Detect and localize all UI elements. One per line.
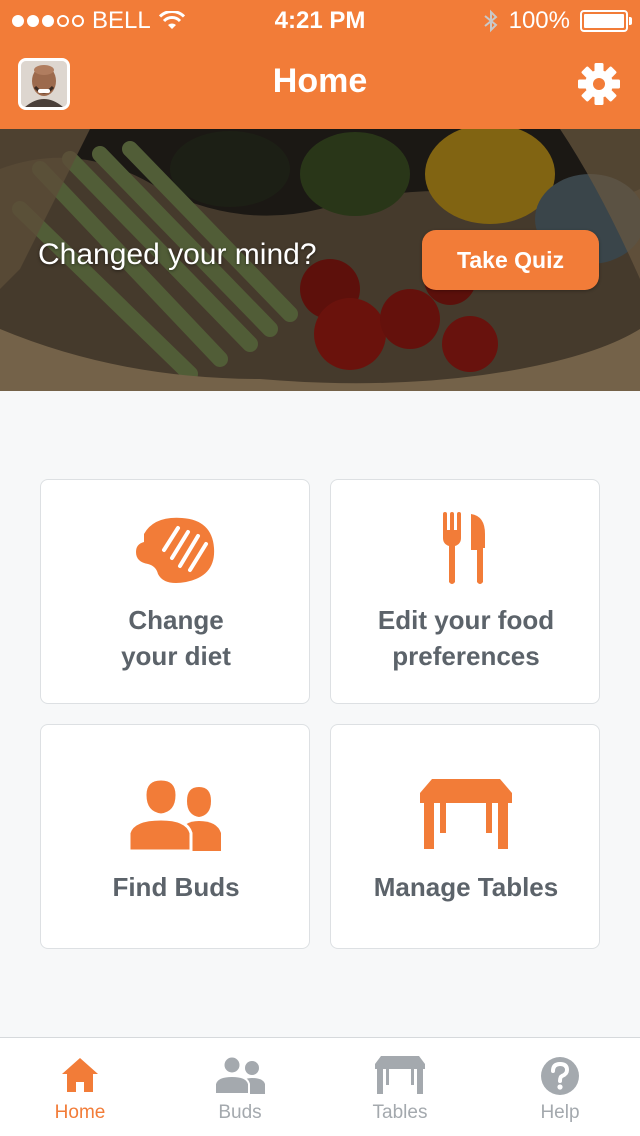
tab-help-label: Help: [540, 1102, 580, 1123]
tab-tables-label: Tables: [372, 1102, 428, 1123]
table-icon: [331, 779, 601, 849]
find-buds-label: Find Buds: [112, 872, 240, 902]
table-icon: [320, 1056, 480, 1094]
buds-icon: [160, 1056, 320, 1094]
buds-icon: [41, 775, 311, 851]
take-quiz-button[interactable]: Take Quiz: [422, 230, 599, 290]
tab-buds-label: Buds: [218, 1102, 262, 1123]
page-title: Home: [272, 62, 368, 100]
help-icon: [480, 1056, 640, 1096]
home-icon: [0, 1056, 160, 1094]
bluetooth-icon: [483, 9, 498, 33]
gear-icon[interactable]: [578, 63, 620, 105]
tab-home[interactable]: Home: [0, 1038, 160, 1136]
tab-home-label: Home: [54, 1102, 106, 1123]
change-diet-card[interactable]: Change your diet: [40, 479, 310, 704]
steak-icon: [41, 514, 311, 584]
manage-tables-card[interactable]: Manage Tables: [330, 724, 600, 949]
battery-percent: 100%: [508, 7, 570, 34]
battery-icon: [580, 10, 632, 32]
tab-buds[interactable]: Buds: [160, 1038, 320, 1136]
status-right: 100%: [483, 7, 632, 35]
manage-tables-label: Manage Tables: [373, 872, 559, 902]
quiz-prompt: Changed your mind?: [38, 238, 317, 271]
food-preferences-label: Edit your food preferences: [377, 605, 555, 671]
tab-bar: Home Buds Tables Help: [0, 1037, 640, 1136]
find-buds-card[interactable]: Find Buds: [40, 724, 310, 949]
status-bar: BELL 4:21 PM 100%: [0, 0, 640, 40]
tab-tables[interactable]: Tables: [320, 1038, 480, 1136]
fork-knife-icon: [331, 512, 601, 586]
tab-help[interactable]: Help: [480, 1038, 640, 1136]
food-preferences-card[interactable]: Edit your food preferences: [330, 479, 600, 704]
change-diet-label: Change your diet: [121, 605, 231, 671]
